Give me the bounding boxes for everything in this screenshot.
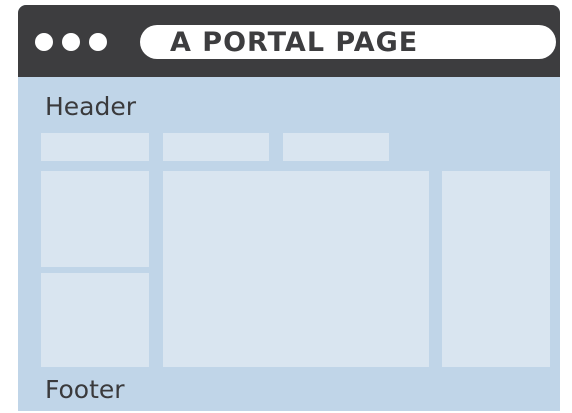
window-dot-icon [35, 33, 53, 51]
nav-placeholder-2 [163, 133, 269, 161]
window-dot-icon [89, 33, 107, 51]
browser-window: A PORTAL PAGE Header Footer [18, 5, 560, 411]
browser-title-bar: A PORTAL PAGE [18, 5, 560, 77]
nav-placeholder-3 [283, 133, 389, 161]
address-bar: A PORTAL PAGE [140, 25, 556, 59]
footer-label: Footer [45, 375, 125, 404]
left-portlet-bottom [41, 273, 149, 367]
left-portlet-top [41, 171, 149, 267]
main-content-area [163, 171, 429, 367]
nav-placeholder-1 [41, 133, 149, 161]
address-bar-text: A PORTAL PAGE [170, 26, 419, 58]
right-portlet [442, 171, 550, 367]
window-dot-icon [62, 33, 80, 51]
header-label: Header [45, 92, 137, 121]
